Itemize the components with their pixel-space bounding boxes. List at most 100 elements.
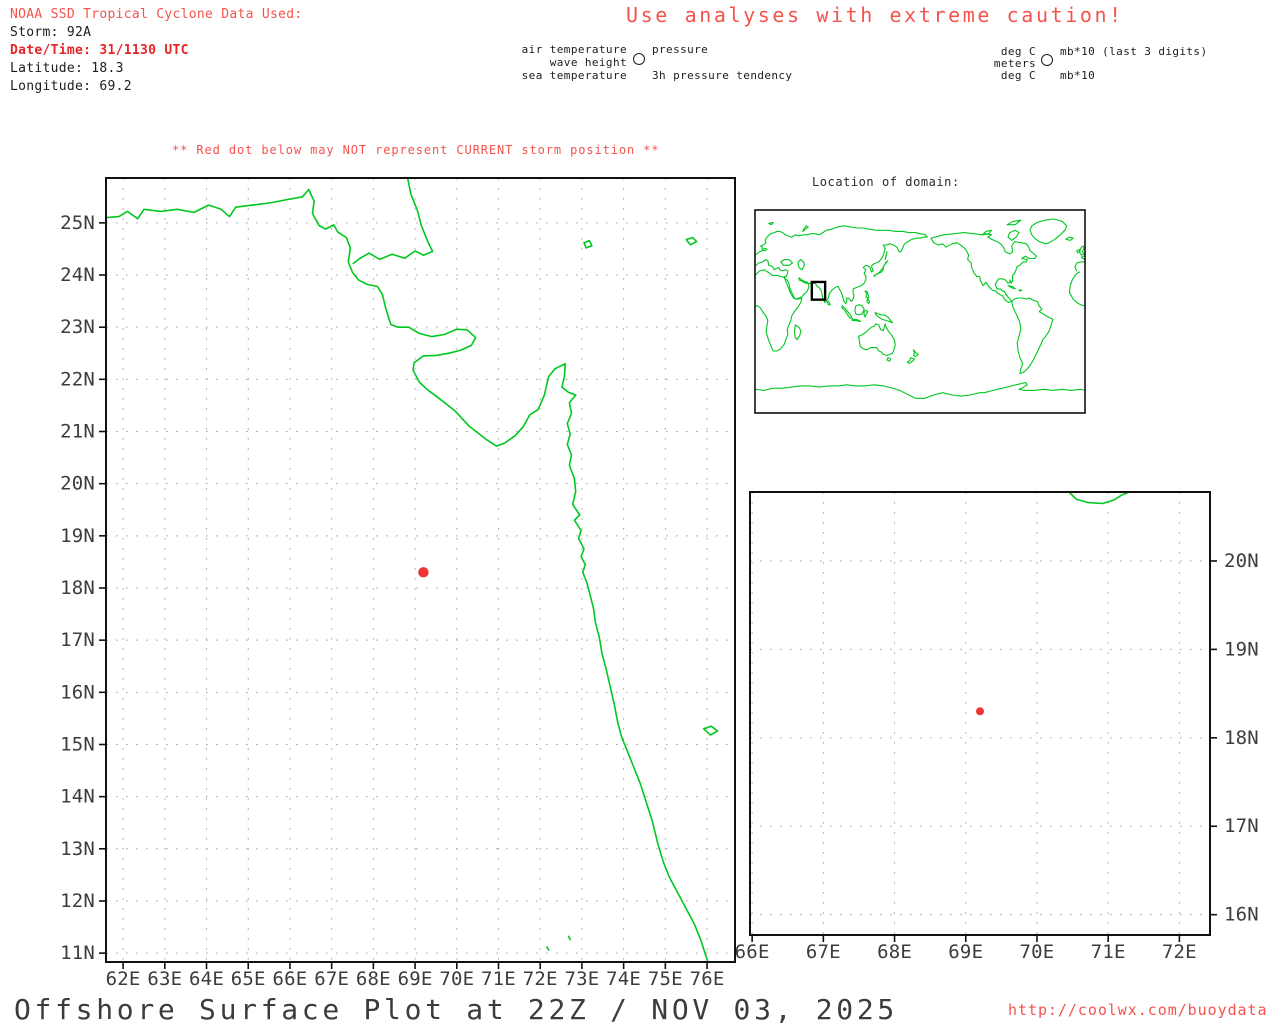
- inset-map: 66E 67E 68E 69E 70E 71E 72E 16N 17N 18N 19N 20N: [735, 491, 1259, 963]
- legend-unit-degc-bottom: deg C: [1000, 69, 1036, 82]
- coastline: [802, 225, 809, 232]
- x-tick-label: 68E: [877, 941, 912, 963]
- coastline: [780, 259, 794, 266]
- world-map: [754, 209, 1086, 414]
- y-tick-label: 14N: [60, 786, 95, 808]
- y-tick-label: 12N: [60, 890, 95, 912]
- y-tick-label: 22N: [60, 368, 95, 390]
- coastline: [702, 725, 719, 736]
- plot-title: Offshore Surface Plot at 22Z / NOV 03, 2…: [14, 993, 898, 1024]
- coastline: [685, 236, 698, 246]
- legend-air-temperature: air temperature: [521, 43, 627, 56]
- coastline: [1011, 297, 1054, 375]
- coastline: [567, 935, 571, 941]
- map-border: [754, 209, 1086, 414]
- coastline: [1078, 245, 1085, 256]
- offshore-surface-plot-page: 62E 63E 64E 65E 66E 67E 68E 69E 70E 71E 72E 73E 74E 7…: [0, 0, 1280, 1024]
- coastline: [1068, 491, 1131, 505]
- coastline: [863, 309, 869, 318]
- coastline: [1065, 236, 1074, 241]
- y-tick-label: 20N: [60, 473, 95, 495]
- x-tick-label: 72E: [1162, 941, 1197, 963]
- noaa-data-source-label: NOAA SSD Tropical Cyclone Data Used:: [10, 7, 303, 22]
- y-tick-label: 19N: [1224, 638, 1259, 660]
- coastline: [854, 304, 865, 316]
- x-tick-label: 64E: [189, 968, 224, 990]
- coastline: [797, 259, 806, 271]
- coastline: [930, 232, 1037, 304]
- x-tick-label: 68E: [356, 968, 391, 990]
- coastline: [754, 269, 803, 352]
- x-tick-label: 67E: [314, 968, 349, 990]
- coastline: [1006, 219, 1022, 226]
- x-tick-label: 69E: [398, 968, 433, 990]
- coastline: [105, 188, 709, 963]
- x-tick-label: 70E: [439, 968, 474, 990]
- x-tick-label: 71E: [1091, 941, 1126, 963]
- x-tick-label: 65E: [231, 968, 266, 990]
- legend-pressure-tendency: 3h pressure tendency: [652, 69, 793, 82]
- legend-unit-mb10: mb*10: [1060, 69, 1096, 82]
- coastline: [874, 312, 894, 324]
- coastline: [1068, 271, 1086, 307]
- storm-position-warning: ** Red dot below may NOT represent CURRE…: [172, 143, 660, 157]
- y-tick-label: 13N: [60, 838, 95, 860]
- x-tick-label: 75E: [648, 968, 683, 990]
- coastline: [886, 357, 892, 362]
- y-tick-label: 16N: [60, 681, 95, 703]
- coastline: [884, 251, 888, 261]
- coastline: [851, 318, 861, 323]
- coastline: [768, 221, 774, 226]
- coastline: [858, 323, 896, 357]
- coastline: [793, 324, 802, 341]
- coastline: [583, 239, 593, 249]
- x-tick-label: 62E: [106, 968, 141, 990]
- storm-id-label: Storm: 92A: [10, 25, 92, 40]
- y-tick-label: 18N: [60, 577, 95, 599]
- coastline: [1074, 261, 1086, 272]
- coastline: [1007, 229, 1020, 241]
- x-tick-label: 73E: [564, 968, 599, 990]
- coastline: [1018, 289, 1023, 292]
- y-tick-label: 18N: [1224, 727, 1259, 749]
- coastline: [906, 357, 916, 364]
- legend-pressure: pressure: [652, 43, 709, 56]
- y-tick-label: 17N: [1224, 815, 1259, 837]
- y-tick-label: 25N: [60, 212, 95, 234]
- station-circle-icon: [633, 53, 645, 65]
- coastline: [754, 381, 1086, 399]
- coastline: [826, 300, 831, 306]
- coastline: [546, 946, 550, 951]
- y-tick-label: 21N: [60, 421, 95, 443]
- legend-sea-temperature: sea temperature: [521, 69, 627, 82]
- x-tick-label: 66E: [735, 941, 770, 963]
- x-tick-label: 67E: [806, 941, 841, 963]
- x-tick-label: 71E: [481, 968, 516, 990]
- x-tick-label: 72E: [523, 968, 558, 990]
- coastline: [1076, 248, 1081, 254]
- y-tick-label: 16N: [1224, 904, 1259, 926]
- y-tick-label: 19N: [60, 525, 95, 547]
- x-tick-label: 70E: [1020, 941, 1055, 963]
- x-tick-label: 66E: [272, 968, 307, 990]
- coastline: [754, 225, 928, 305]
- storm-position-dot: [418, 567, 429, 578]
- coastline: [864, 290, 871, 305]
- source-url: http://coolwx.com/buoydata: [1008, 1001, 1268, 1019]
- y-tick-label: 24N: [60, 264, 95, 286]
- y-tick-label: 15N: [60, 733, 95, 755]
- caution-banner: Use analyses with extreme caution!: [626, 3, 1124, 27]
- coastline: [1029, 218, 1068, 245]
- x-tick-label: 69E: [948, 941, 983, 963]
- main-map: 62E 63E 64E 65E 66E 67E 68E 69E 70E 71E 72E 73E 74E 7…: [60, 177, 736, 990]
- coastline: [841, 305, 853, 319]
- storm-latitude-label: Latitude: 18.3: [10, 61, 124, 76]
- storm-position-dot: [976, 707, 984, 716]
- coastline: [352, 177, 434, 265]
- legend-wave-height: wave height: [549, 56, 627, 69]
- y-tick-label: 17N: [60, 629, 95, 651]
- y-tick-label: 11N: [60, 942, 95, 964]
- storm-longitude-label: Longitude: 69.2: [10, 79, 132, 94]
- domain-location-label: Location of domain:: [812, 175, 960, 189]
- x-tick-label: 74E: [606, 968, 641, 990]
